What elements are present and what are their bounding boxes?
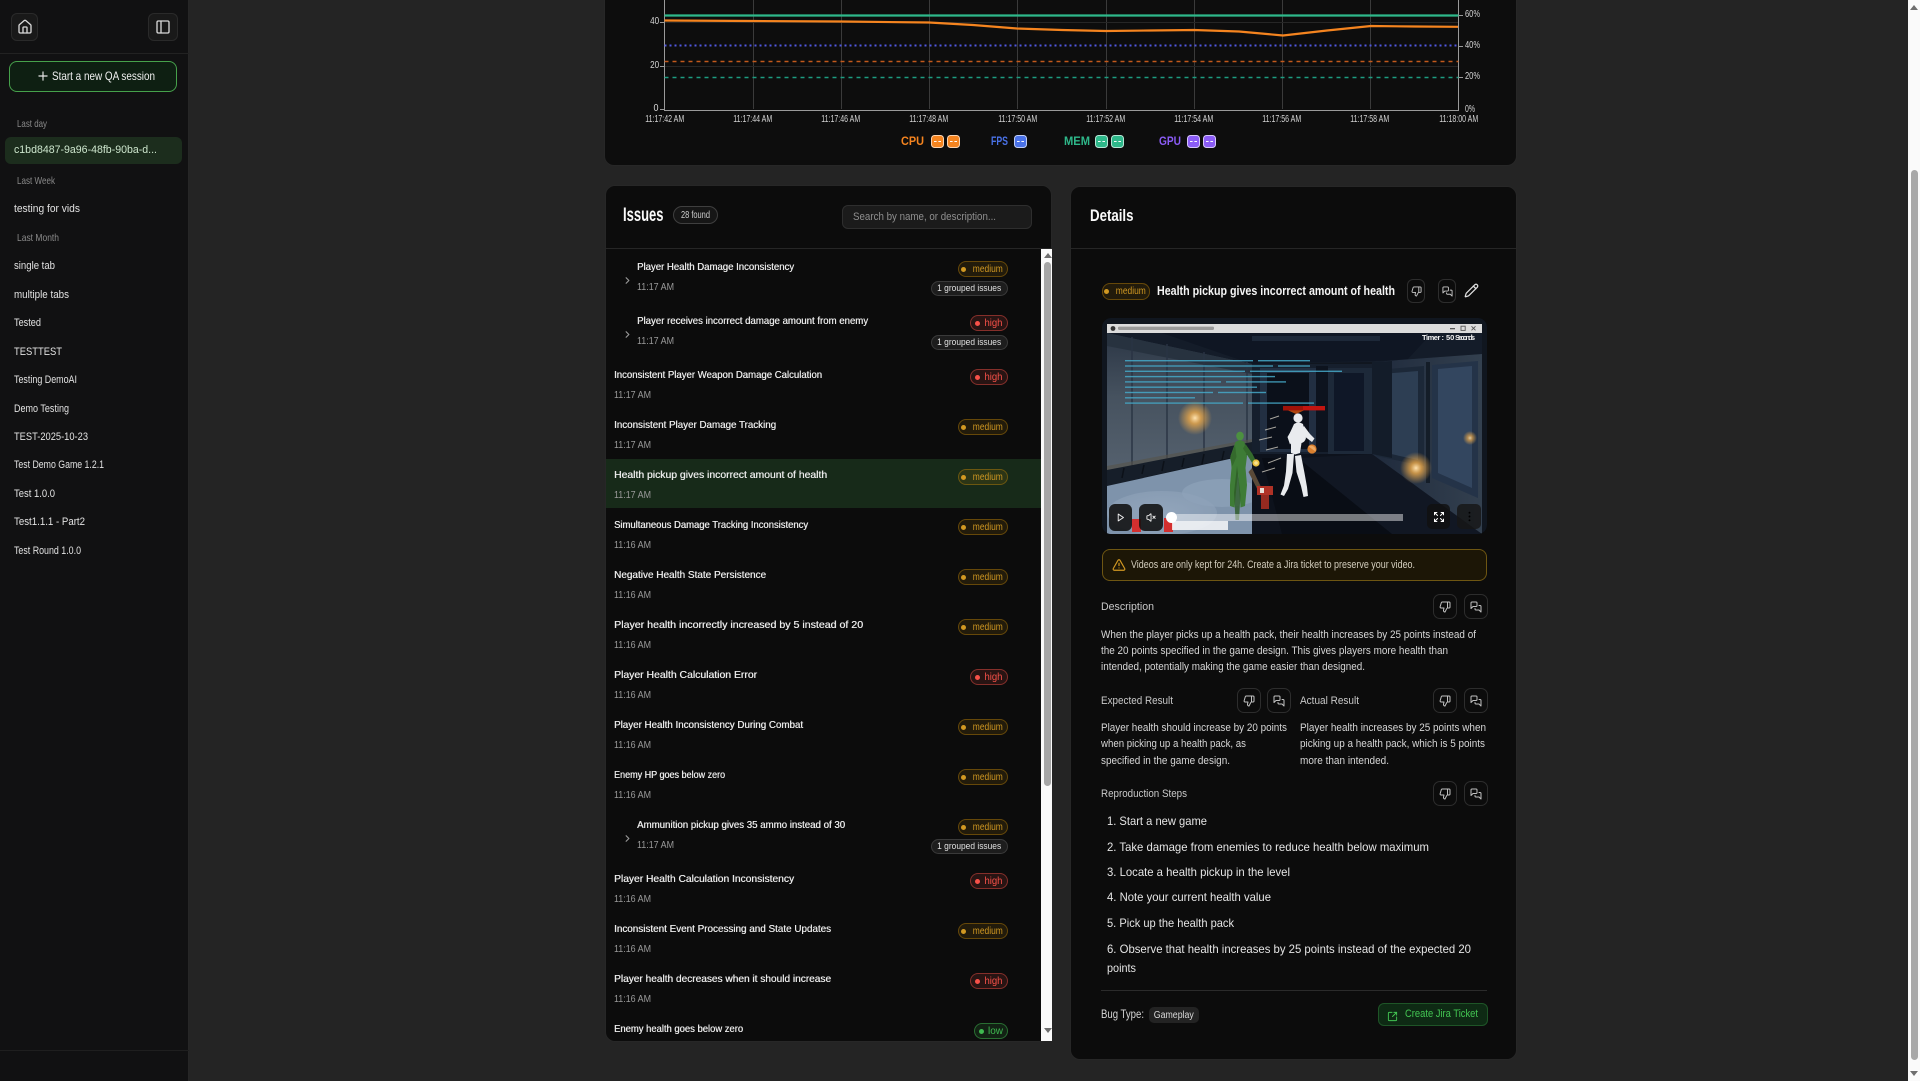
svg-text:Timer :: Timer : bbox=[1422, 333, 1444, 342]
svg-text:Seconds: Seconds bbox=[1455, 333, 1475, 342]
svg-text:50: 50 bbox=[1446, 333, 1454, 342]
